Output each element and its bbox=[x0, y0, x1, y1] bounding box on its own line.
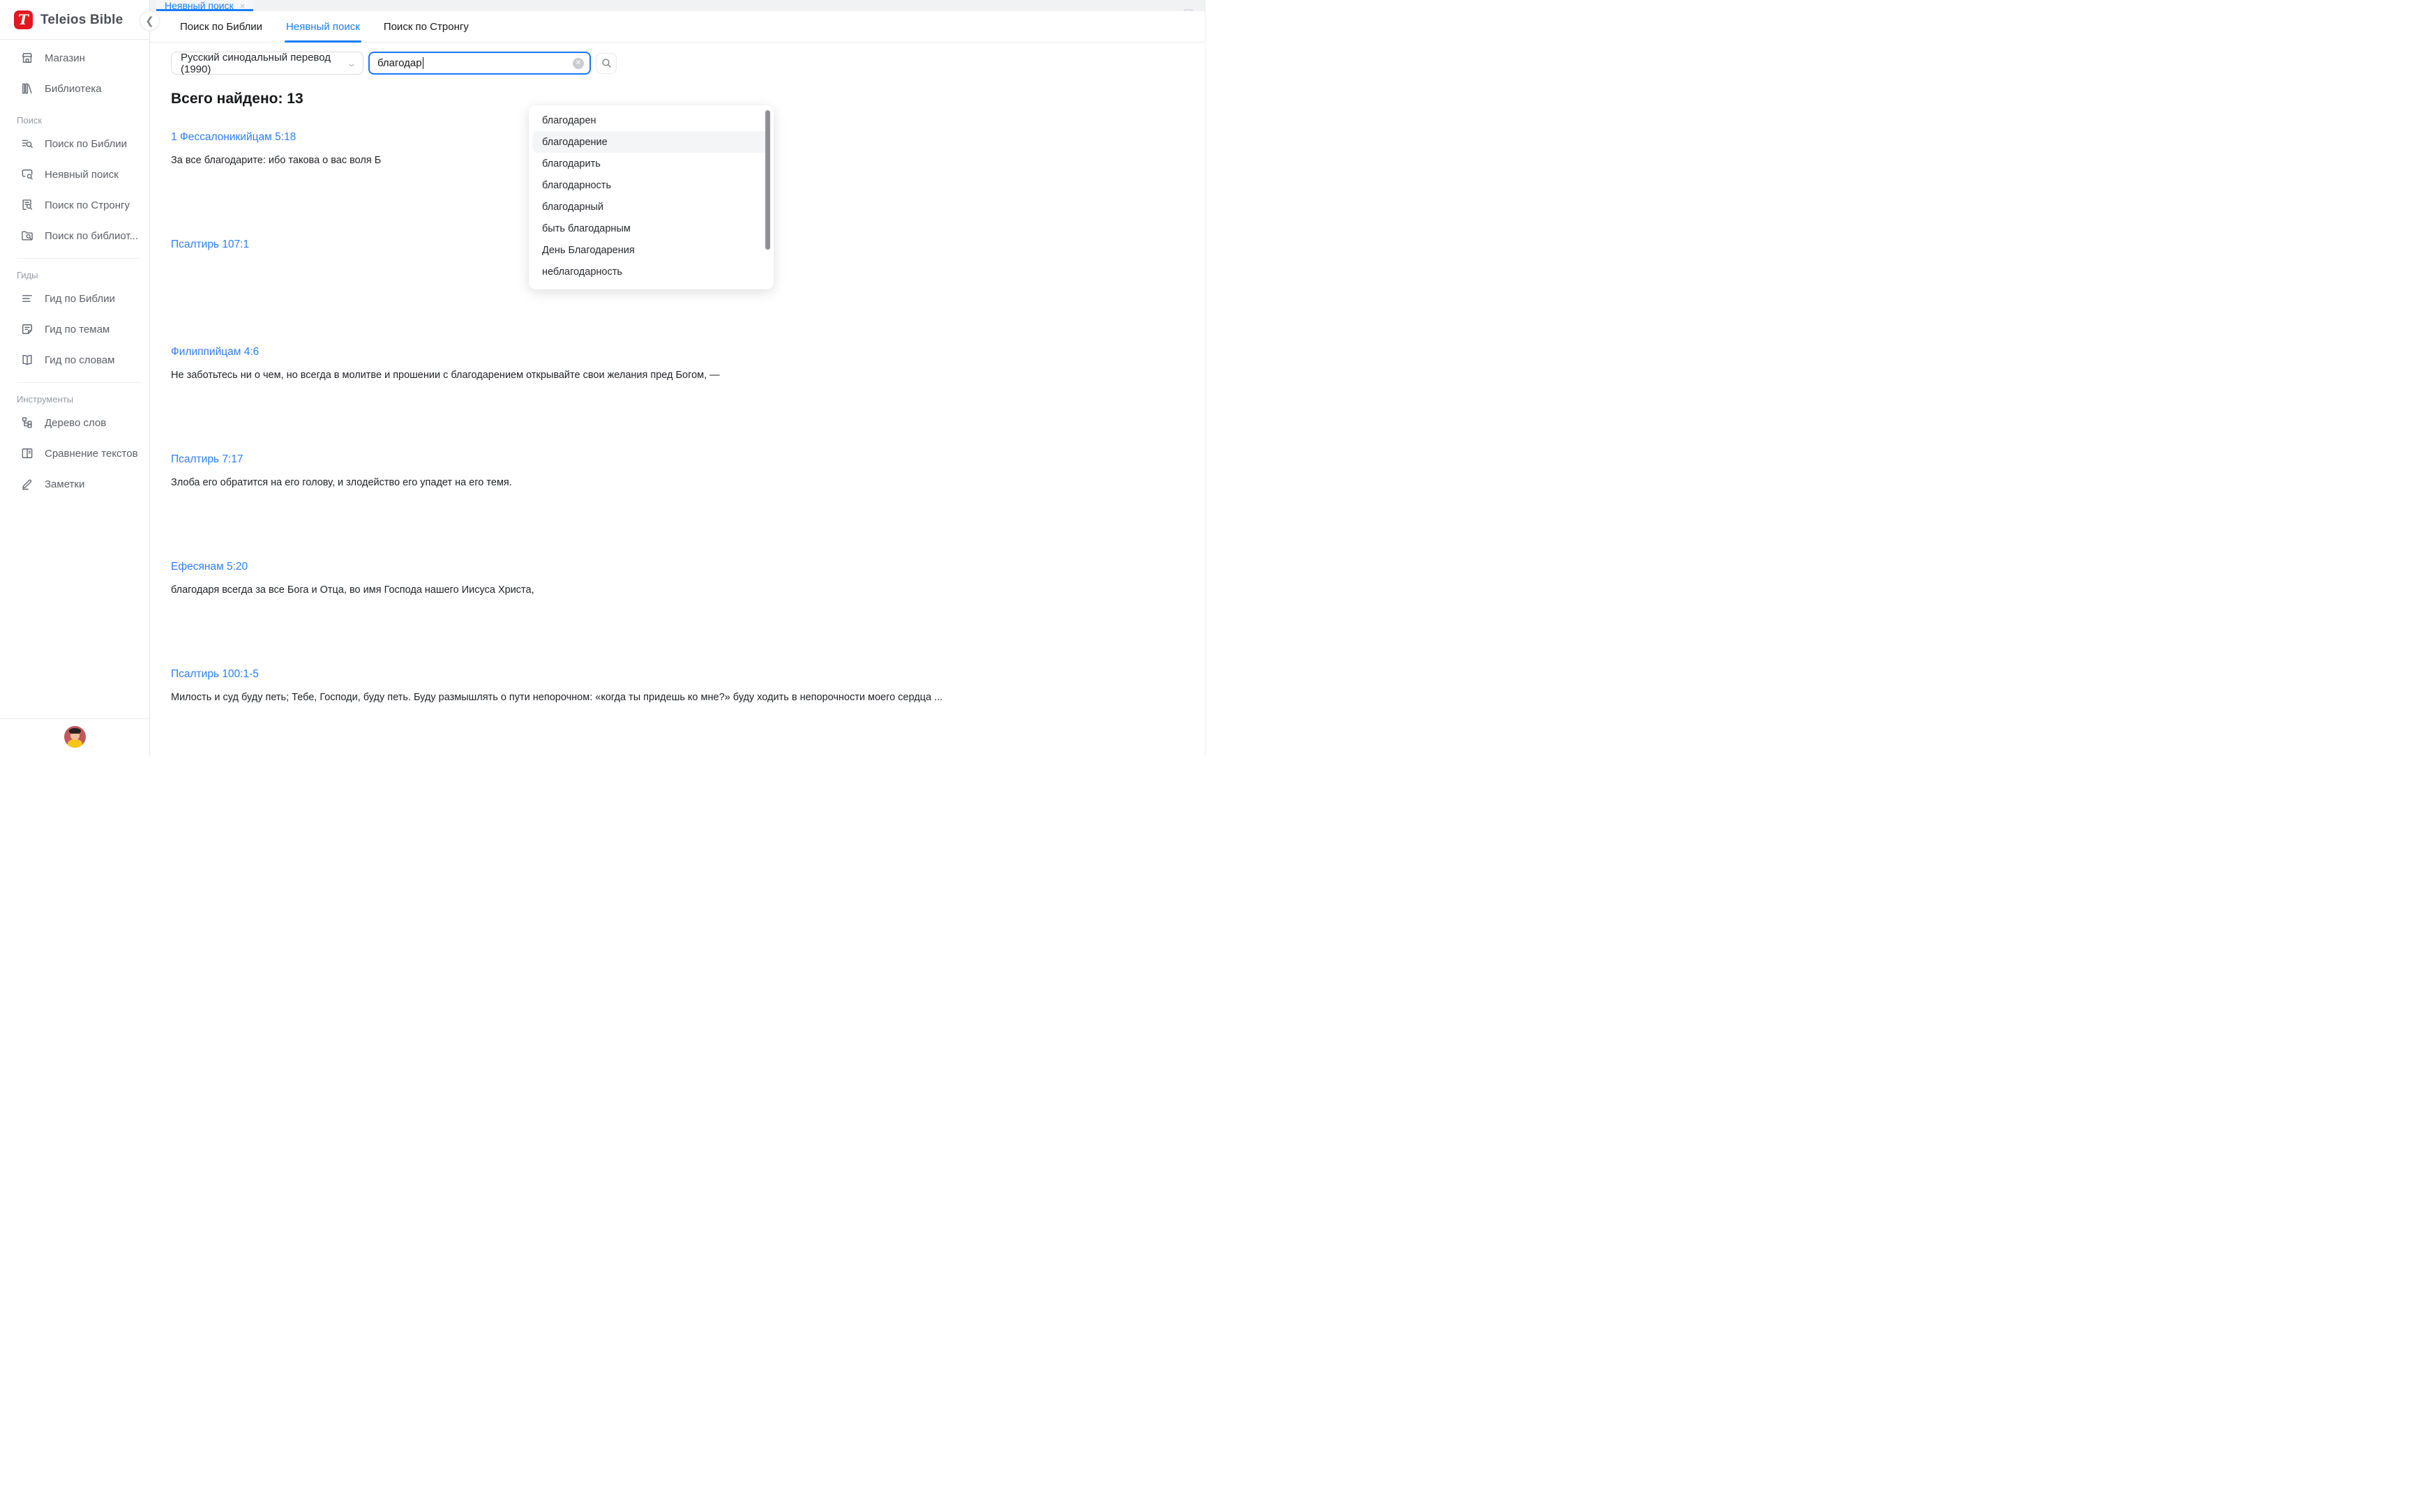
result-reference-link[interactable]: Ефесянам 5:20 bbox=[171, 561, 248, 573]
implicit-search-icon bbox=[20, 167, 34, 181]
search-tabs: Поиск по Библии Неявный поиск Поиск по Стр… bbox=[150, 11, 1205, 43]
sidebar-section-title: Инструменты bbox=[17, 394, 149, 405]
sidebar-item-compare-texts[interactable]: Сравнение текстов bbox=[0, 438, 149, 469]
search-icon bbox=[601, 57, 613, 69]
sidebar-item-label: Гид по Библии bbox=[45, 293, 115, 305]
sidebar-nav: Магазин Библиотека Поиск Поиск по Библии Нея… bbox=[0, 40, 149, 718]
sidebar-item-library[interactable]: Библиотека bbox=[0, 73, 149, 104]
app-logo: T Teleios Bible bbox=[0, 0, 149, 39]
suggestion-item[interactable]: благодарен bbox=[532, 109, 770, 131]
sidebar-item-label: Магазин bbox=[45, 52, 85, 64]
result-verse-text: Злоба его обратится на его голову, и зло… bbox=[171, 476, 1001, 490]
app-logo-icon: T bbox=[14, 10, 33, 29]
suggestion-item[interactable]: неблагодарность bbox=[532, 261, 770, 282]
sidebar-item-words-guide[interactable]: Гид по словам bbox=[0, 345, 149, 375]
result-verse-text: Не заботьтесь ни о чем, но всегда в моли… bbox=[171, 368, 1001, 382]
window-tab-implicit-search[interactable]: Неявный поиск × bbox=[156, 0, 253, 11]
result-item: Псалтирь 100:1-5 Милость и суд буду петь;… bbox=[171, 668, 1184, 776]
sidebar-item-label: Сравнение текстов bbox=[45, 448, 138, 460]
sidebar-item-library-search[interactable]: Поиск по библиот... bbox=[0, 220, 149, 251]
window-tab-label: Неявный поиск bbox=[165, 0, 234, 11]
sidebar-item-label: Поиск по Библии bbox=[45, 138, 127, 150]
library-search-icon bbox=[20, 229, 34, 243]
search-input[interactable]: благодар ✕ bbox=[368, 52, 591, 75]
chevron-left-icon: ❮ bbox=[145, 15, 154, 27]
sidebar-section-title: Поиск bbox=[17, 115, 149, 126]
sidebar-section-title: Гиды bbox=[17, 270, 149, 280]
result-verse-text: Милость и суд буду петь; Тебе, Господи, … bbox=[171, 690, 1001, 704]
tab-поиск-по-библии[interactable]: Поиск по Библии bbox=[179, 11, 264, 42]
sidebar-item-strong-search[interactable]: Поиск по Стронгу bbox=[0, 190, 149, 220]
suggestion-item[interactable]: благодарить bbox=[532, 153, 770, 174]
sidebar-item-bible-guide[interactable]: Гид по Библии bbox=[0, 283, 149, 314]
text-caret bbox=[423, 57, 424, 69]
sidebar-item-label: Гид по словам bbox=[45, 354, 114, 366]
search-button[interactable] bbox=[596, 53, 617, 74]
sidebar-item-label: Дерево слов bbox=[45, 417, 106, 429]
sidebar-item-label: Поиск по библиот... bbox=[45, 230, 138, 242]
sidebar-item-label: Гид по темам bbox=[45, 324, 110, 335]
strong-search-icon bbox=[20, 198, 34, 212]
result-verse-text: благодаря всегда за все Бога и Отца, во … bbox=[171, 583, 1001, 597]
store-icon bbox=[20, 51, 34, 65]
chevron-down-icon: ⌄ bbox=[347, 59, 356, 68]
sidebar-item-label: Неявный поиск bbox=[45, 169, 119, 181]
sidebar: T Teleios Bible ❮ МагазинБиблиотекаПоиск… bbox=[0, 0, 150, 756]
content-panel: Поиск по Библии Неявный поиск Поиск по Стр… bbox=[150, 11, 1205, 776]
result-item: Ефесянам 5:20 благодаря всегда за все Бог… bbox=[171, 561, 1184, 668]
user-avatar[interactable] bbox=[64, 726, 86, 748]
sidebar-item-word-tree[interactable]: Дерево слов bbox=[0, 407, 149, 438]
result-reference-link[interactable]: Псалтирь 107:1 bbox=[171, 239, 249, 251]
compare-texts-icon bbox=[20, 446, 34, 460]
sidebar-item-label: Библиотека bbox=[45, 83, 102, 95]
main-area: Неявный поиск × Поиск по БиблииНеявный п… bbox=[150, 0, 1206, 756]
suggestion-item[interactable]: День Благодарения bbox=[532, 239, 770, 261]
result-reference-link[interactable]: Псалтирь 7:17 bbox=[171, 453, 243, 466]
search-input-value: благодар bbox=[377, 57, 422, 69]
translation-select-value: Русский синодальный перевод (1990) bbox=[181, 52, 348, 75]
clear-icon[interactable]: ✕ bbox=[573, 58, 584, 69]
translation-select[interactable]: Русский синодальный перевод (1990) ⌄ bbox=[171, 52, 363, 75]
app-title: Teleios Bible bbox=[40, 13, 123, 28]
suggestion-item[interactable]: благодарность bbox=[532, 174, 770, 196]
dropdown-scrollbar[interactable] bbox=[765, 110, 770, 250]
result-reference-link[interactable]: 1 Фессалоникийцам 5:18 bbox=[171, 131, 296, 144]
tab-active-неявный-поиск[interactable]: Неявный поиск bbox=[285, 11, 361, 42]
sidebar-collapse-button[interactable]: ❮ bbox=[140, 10, 160, 31]
sidebar-item-bible-search[interactable]: Поиск по Библии bbox=[0, 128, 149, 159]
result-reference-link[interactable]: Псалтирь 100:1-5 bbox=[171, 668, 259, 681]
bible-guide-icon bbox=[20, 292, 34, 305]
suggestion-item[interactable]: благодарный bbox=[532, 196, 770, 218]
word-tree-icon bbox=[20, 416, 34, 430]
search-controls: Русский синодальный перевод (1990) ⌄ бла… bbox=[171, 52, 1205, 75]
sidebar-item-label: Заметки bbox=[45, 478, 84, 490]
suggestion-item[interactable]: быть благодарным bbox=[532, 218, 770, 239]
sidebar-footer bbox=[0, 718, 149, 756]
library-icon bbox=[20, 82, 34, 96]
result-item: Псалтирь 7:17 Злоба его обратится на его … bbox=[171, 453, 1184, 561]
suggestions-dropdown: благодаренблагодарениеблагодаритьблагода… bbox=[529, 105, 774, 289]
window-tabstrip: Неявный поиск × bbox=[150, 0, 1205, 11]
topics-guide-icon bbox=[20, 322, 34, 336]
sidebar-item-store[interactable]: Магазин bbox=[0, 43, 149, 73]
result-item: Филиппийцам 4:6 Не заботьтесь ни о чем, н… bbox=[171, 346, 1184, 453]
sidebar-item-label: Поиск по Стронгу bbox=[45, 199, 130, 211]
sidebar-item-notes[interactable]: Заметки bbox=[0, 469, 149, 499]
words-guide-icon bbox=[20, 353, 34, 367]
suggestion-item[interactable]: благодарение bbox=[532, 131, 770, 153]
sidebar-item-topics-guide[interactable]: Гид по темам bbox=[0, 314, 149, 345]
sidebar-item-implicit-search[interactable]: Неявный поиск bbox=[0, 159, 149, 190]
notes-icon bbox=[20, 477, 34, 491]
result-reference-link[interactable]: Филиппийцам 4:6 bbox=[171, 346, 259, 358]
bible-search-icon bbox=[20, 137, 34, 151]
tab-поиск-по-стронгу[interactable]: Поиск по Стронгу bbox=[382, 11, 470, 42]
close-icon[interactable]: × bbox=[240, 1, 246, 11]
